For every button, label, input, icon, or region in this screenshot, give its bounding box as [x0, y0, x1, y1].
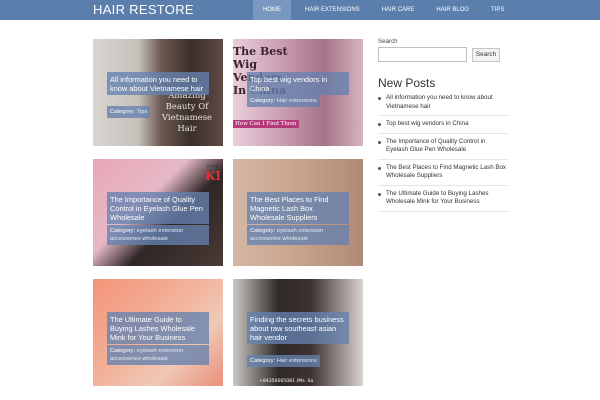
post-title-overlay: The Importance of Quality Control in Eye…	[107, 192, 209, 224]
thumbnail-caption: +84356665081 (Ms. Sa	[259, 379, 314, 384]
post-title[interactable]: Finding the secrets business about raw s…	[247, 312, 349, 344]
nav-tips[interactable]: TIPS	[481, 0, 514, 20]
nav-hair-care[interactable]: HAIR CARE	[372, 0, 425, 20]
nav-hair-blog[interactable]: HAIR BLOG	[426, 0, 479, 20]
post-category: Category: Hair extensions	[247, 95, 320, 107]
bullet-icon	[378, 192, 381, 196]
post-title-overlay: Top best wig vendors in China	[247, 72, 349, 95]
post-title[interactable]: Top best wig vendors in China	[247, 72, 349, 95]
category-label: Category:	[250, 98, 276, 104]
post-card[interactable]: The Best Places to Find Magnetic Lash Bo…	[233, 159, 363, 266]
post-card[interactable]: The Best Wig Vendors In China How Can I …	[233, 39, 363, 146]
bullet-icon	[378, 97, 381, 100]
list-item: Top best wig vendors in China	[378, 120, 508, 134]
post-card[interactable]: Amazing Beauty Of Vietnamese Hair All in…	[93, 39, 223, 146]
post-card[interactable]: Bring the KI The Importance of Quality C…	[93, 159, 223, 266]
category-link[interactable]: Tips	[137, 109, 148, 115]
list-item: The Importance of Quality Control in Eye…	[378, 138, 508, 160]
list-item: The Best Places to Find Magnetic Lash Bo…	[378, 164, 508, 186]
site-logo[interactable]: HAIR RESTORE	[93, 2, 194, 17]
post-category: Category: Tips	[107, 106, 151, 118]
nav-home[interactable]: HOME	[253, 0, 291, 20]
search-input[interactable]	[378, 47, 467, 62]
category-label: Category:	[110, 109, 136, 115]
post-category: Category: eyelash extension accessories …	[107, 225, 209, 245]
bullet-icon	[378, 166, 381, 170]
main-nav: HOME HAIR EXTENSIONS HAIR CARE HAIR BLOG…	[253, 0, 514, 20]
thumbnail-caption: KI	[205, 169, 222, 183]
search-label: Search	[378, 38, 398, 45]
bullet-icon	[378, 123, 381, 126]
category-label: Category:	[110, 348, 136, 354]
thumbnail-caption: Amazing Beauty Of Vietnamese Hair	[161, 91, 213, 134]
post-title[interactable]: All information you need to know about V…	[107, 72, 209, 95]
category-label: Category:	[110, 228, 136, 234]
bullet-icon	[378, 140, 381, 144]
post-title-overlay: The Ultimate Guide to Buying Lashes Whol…	[107, 312, 209, 344]
nav-hair-extensions[interactable]: HAIR EXTENSIONS	[295, 0, 370, 20]
new-post-link[interactable]: All information you need to know about V…	[386, 94, 493, 110]
post-category: Category: eyelash extension accessories …	[247, 225, 349, 245]
new-posts-list: All information you need to know about V…	[378, 94, 508, 216]
post-category: Category: Hair extensions	[247, 355, 320, 367]
post-title-overlay: Finding the secrets business about raw s…	[247, 312, 349, 344]
post-title[interactable]: The Best Places to Find Magnetic Lash Bo…	[247, 192, 349, 224]
list-item: All information you need to know about V…	[378, 94, 508, 116]
category-link[interactable]: Hair extensions	[277, 98, 317, 104]
new-post-link[interactable]: The Ultimate Guide to Buying Lashes Whol…	[386, 190, 489, 206]
post-title[interactable]: The Importance of Quality Control in Eye…	[107, 192, 209, 224]
category-link[interactable]: Hair extensions	[277, 358, 317, 364]
new-post-link[interactable]: Top best wig vendors in China	[386, 120, 469, 127]
post-title-overlay: All information you need to know about V…	[107, 72, 209, 95]
thumbnail-subcaption: How Can I Find Them	[233, 120, 299, 128]
post-title[interactable]: The Ultimate Guide to Buying Lashes Whol…	[107, 312, 209, 344]
top-navbar: HAIR RESTORE HOME HAIR EXTENSIONS HAIR C…	[0, 0, 600, 20]
search-button[interactable]: Search	[472, 48, 500, 62]
post-card[interactable]: The Ultimate Guide to Buying Lashes Whol…	[93, 279, 223, 386]
category-label: Category:	[250, 358, 276, 364]
new-post-link[interactable]: The Importance of Quality Control in Eye…	[386, 138, 485, 154]
post-category: Category: eyelash extension accessories …	[107, 345, 209, 365]
post-card[interactable]: +84356665081 (Ms. Sa Finding the secrets…	[233, 279, 363, 386]
new-posts-heading: New Posts	[378, 76, 436, 90]
list-item: The Ultimate Guide to Buying Lashes Whol…	[378, 190, 508, 212]
new-post-link[interactable]: The Best Places to Find Magnetic Lash Bo…	[386, 164, 506, 180]
post-title-overlay: The Best Places to Find Magnetic Lash Bo…	[247, 192, 349, 224]
category-label: Category:	[250, 228, 276, 234]
